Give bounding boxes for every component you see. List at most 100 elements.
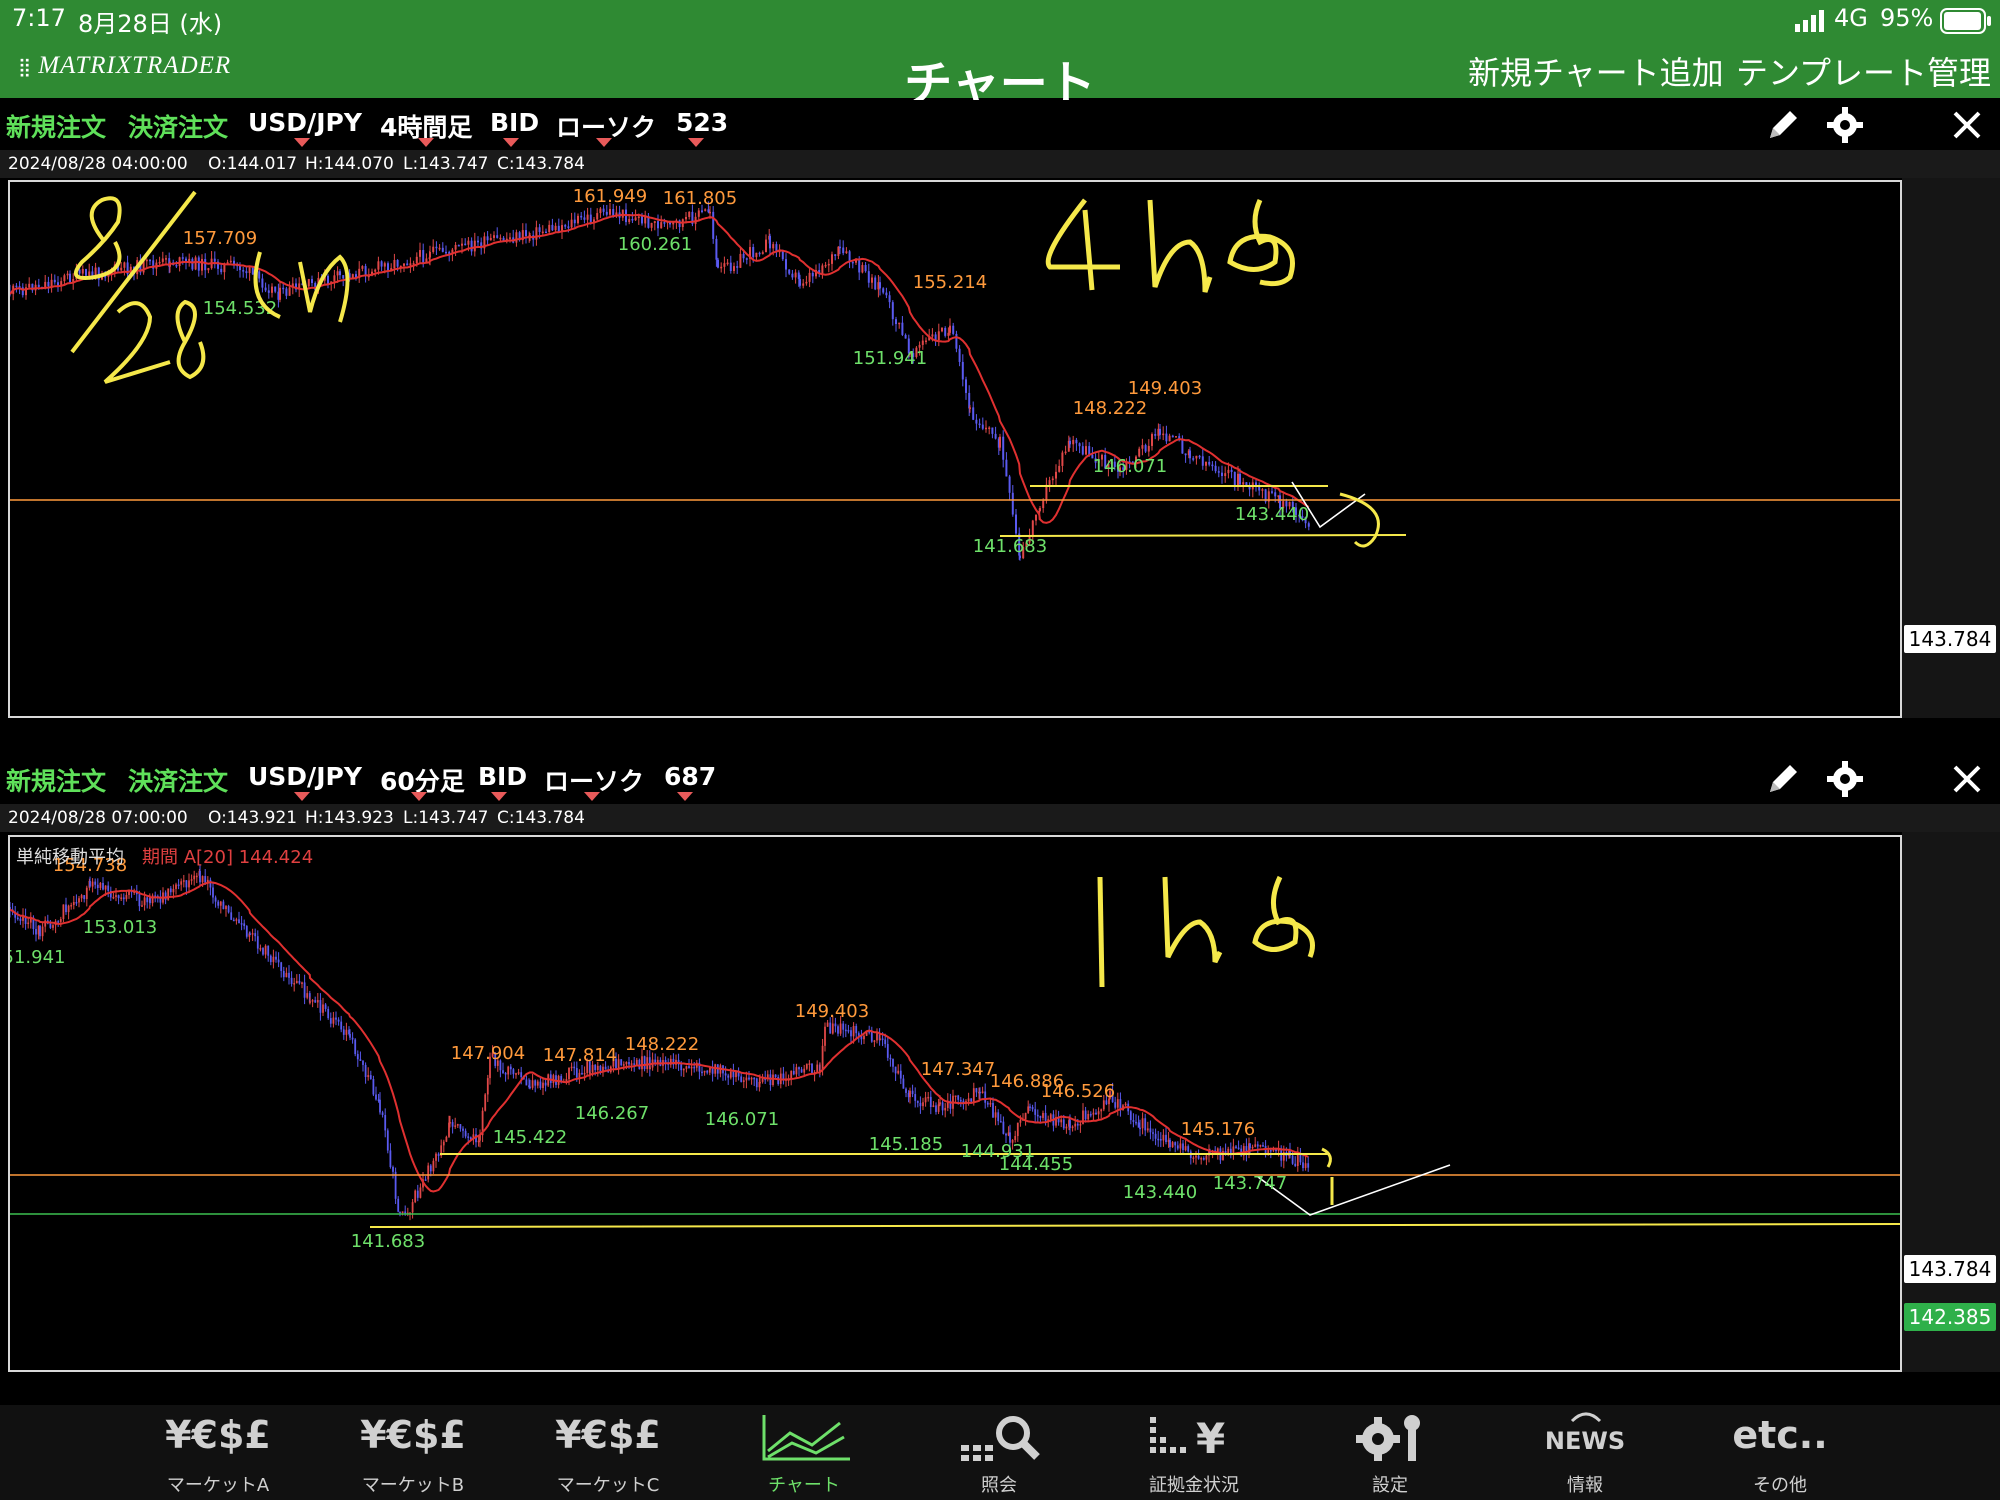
candle-body bbox=[1254, 1144, 1257, 1147]
chart2-price-type-select[interactable]: BID bbox=[478, 762, 527, 791]
candle-body bbox=[62, 904, 65, 920]
chart1-settle-order-button[interactable]: 決済注文 bbox=[128, 108, 228, 144]
candle-body bbox=[181, 257, 184, 259]
low-price-label: 144.455 bbox=[999, 1154, 1073, 1175]
candle-body bbox=[901, 322, 904, 335]
candle-body bbox=[107, 885, 110, 891]
candle-body bbox=[799, 278, 801, 286]
pencil-icon[interactable] bbox=[1764, 760, 1802, 798]
candle-body bbox=[177, 884, 180, 887]
chart1-price-type-select[interactable]: BID bbox=[490, 108, 539, 137]
chart2-count-select[interactable]: 687 bbox=[664, 762, 716, 791]
high-price-label: 147.347 bbox=[921, 1059, 995, 1080]
candle-body bbox=[1221, 472, 1223, 477]
candle-body bbox=[548, 224, 551, 232]
candle-body bbox=[53, 279, 56, 283]
high-price-label: 148.222 bbox=[1073, 398, 1147, 419]
tab-market-b[interactable]: ¥€$£ マーケットB bbox=[333, 1405, 493, 1500]
candle-body bbox=[1198, 455, 1201, 458]
candle-body bbox=[1269, 1149, 1272, 1152]
chart2-plot-area[interactable]: 154.738 147.904 147.814 148.222 149.403 147.3… bbox=[8, 835, 1902, 1372]
tab-market-a[interactable]: ¥€$£ マーケットA bbox=[138, 1405, 298, 1500]
chart2-new-order-button[interactable]: 新規注文 bbox=[6, 762, 106, 798]
tab-settings[interactable]: 設定 bbox=[1310, 1405, 1470, 1500]
chart1-close: C:143.784 bbox=[497, 154, 585, 174]
chart2-symbol-select[interactable]: USD/JPY bbox=[248, 762, 362, 791]
chart1-high: H:144.070 bbox=[305, 154, 394, 174]
candle-body bbox=[935, 1105, 937, 1112]
low-price-label: 160.261 bbox=[618, 234, 692, 255]
candle-body bbox=[75, 902, 78, 904]
candle-body bbox=[386, 1130, 389, 1151]
candle-body bbox=[1015, 514, 1017, 534]
candle-body bbox=[599, 208, 602, 214]
candle-body bbox=[777, 1077, 780, 1085]
chart2-settle-order-button[interactable]: 決済注文 bbox=[128, 762, 228, 798]
candle-body bbox=[625, 1062, 628, 1065]
candle-body bbox=[1262, 1145, 1264, 1147]
candle-body bbox=[229, 260, 232, 263]
candle-body bbox=[989, 1102, 992, 1105]
candle-body bbox=[454, 244, 457, 250]
candle-body bbox=[750, 1077, 753, 1080]
chart1-plot-area[interactable]: 157.709 161.949 161.805 155.214 148.222 149.4… bbox=[8, 180, 1902, 718]
close-icon[interactable] bbox=[1952, 764, 1982, 794]
svg-text:¥: ¥ bbox=[1196, 1414, 1225, 1463]
candle-body bbox=[377, 261, 380, 270]
candle-body bbox=[811, 272, 814, 277]
tab-info[interactable]: NEWS 情報 bbox=[1505, 1405, 1665, 1500]
candle-body bbox=[785, 259, 787, 270]
template-manage-button[interactable]: テンプレート管理 bbox=[1736, 48, 1991, 94]
candle-body bbox=[707, 209, 710, 213]
candle-body bbox=[149, 897, 151, 904]
tab-other[interactable]: etc.. その他 bbox=[1700, 1405, 1860, 1500]
gear-icon[interactable] bbox=[1826, 760, 1864, 798]
symbol-dropdown-icon bbox=[294, 792, 310, 801]
candle-body bbox=[201, 258, 203, 271]
gear-icon[interactable] bbox=[1826, 106, 1864, 144]
chart1-symbol-select[interactable]: USD/JPY bbox=[248, 108, 362, 137]
low-price-label: 151.941 bbox=[853, 348, 927, 369]
candle-body bbox=[496, 235, 499, 238]
candle-body bbox=[457, 244, 460, 247]
candle-body bbox=[724, 1073, 727, 1076]
candle-body bbox=[1065, 1126, 1068, 1129]
pencil-icon[interactable] bbox=[1764, 106, 1802, 144]
chart1-new-order-button[interactable]: 新規注文 bbox=[6, 108, 106, 144]
broadcast-icon bbox=[1570, 1412, 1602, 1423]
tab-chart[interactable]: チャート bbox=[724, 1405, 884, 1500]
candle-body bbox=[1154, 1133, 1157, 1139]
candle-body bbox=[755, 252, 758, 258]
candle-body bbox=[986, 1102, 989, 1105]
add-chart-button[interactable]: 新規チャート追加 bbox=[1468, 48, 1724, 94]
tab-market-c[interactable]: ¥€$£ マーケットC bbox=[528, 1405, 688, 1500]
candle-body bbox=[884, 1039, 887, 1045]
chart1-count-select[interactable]: 523 bbox=[676, 108, 728, 137]
candle-body bbox=[685, 216, 687, 220]
candle-body bbox=[256, 936, 259, 949]
candle-body bbox=[1039, 508, 1041, 511]
candle-body bbox=[459, 1124, 462, 1129]
candle-body bbox=[792, 1070, 795, 1075]
candle-body bbox=[1051, 478, 1054, 481]
candle-body bbox=[493, 235, 495, 238]
candle-body bbox=[415, 256, 418, 264]
close-icon[interactable] bbox=[1952, 110, 1982, 140]
candle-body bbox=[1087, 1114, 1090, 1120]
candle-body bbox=[834, 254, 837, 256]
candle-body bbox=[261, 278, 264, 288]
candle-body bbox=[1205, 1155, 1208, 1160]
candle-body bbox=[842, 1023, 845, 1030]
candle-body bbox=[67, 905, 70, 913]
candle-body bbox=[894, 1066, 897, 1074]
tab-label: マーケットC bbox=[556, 1475, 660, 1496]
candle-body bbox=[761, 252, 764, 254]
candle-body bbox=[664, 1060, 667, 1063]
tab-inquiry[interactable]: 照会 bbox=[919, 1405, 1079, 1500]
candle-body bbox=[258, 271, 261, 279]
candle-body bbox=[798, 1067, 800, 1070]
candle-body bbox=[839, 246, 841, 249]
candle-body bbox=[578, 1072, 581, 1078]
tab-margin-status[interactable]: ¥ 証拠金状況 bbox=[1114, 1405, 1274, 1500]
candle-body bbox=[486, 236, 489, 241]
